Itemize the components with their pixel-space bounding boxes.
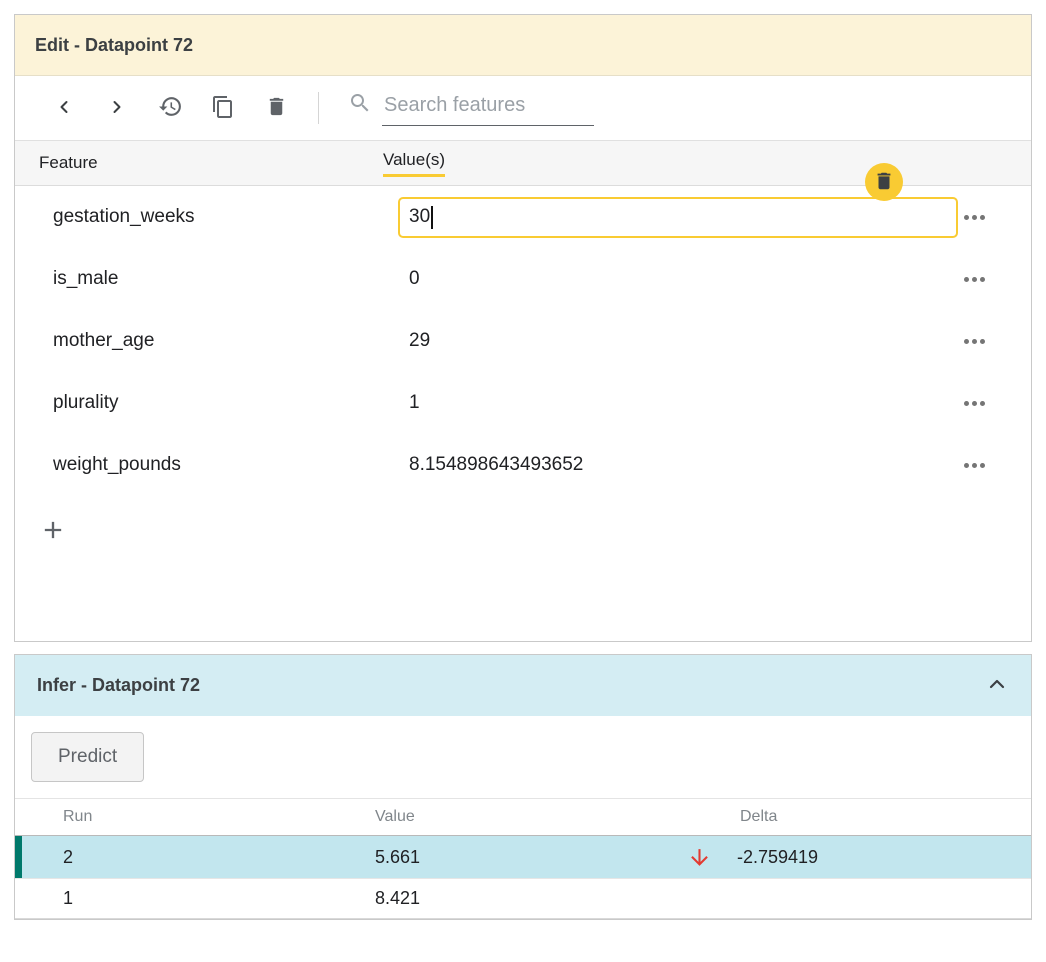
prev-datapoint-button[interactable] (51, 95, 77, 121)
copy-icon (211, 95, 235, 122)
feature-name: weight_pounds (53, 454, 398, 476)
feature-row: is_male 0 (15, 248, 1031, 310)
infer-panel: Infer - Datapoint 72 Predict Run Value D… (14, 654, 1032, 920)
chevron-left-icon (54, 97, 74, 120)
run-value: 5.661 (375, 847, 687, 868)
feature-row: plurality 1 (15, 372, 1031, 434)
add-feature-button[interactable] (37, 514, 69, 549)
feature-value-text: 30 (409, 206, 430, 228)
feature-value[interactable]: 29 (398, 330, 430, 352)
toolbar-divider (318, 92, 319, 124)
delete-value-button[interactable] (865, 163, 903, 201)
plus-icon (39, 532, 67, 547)
duplicate-datapoint-button[interactable] (210, 95, 236, 121)
edit-toolbar (15, 76, 1031, 140)
feature-value-input[interactable]: 30 (398, 197, 958, 238)
predict-button[interactable]: Predict (31, 732, 144, 782)
feature-value-cell: 29 (398, 330, 962, 352)
feature-value[interactable]: 1 (398, 392, 420, 414)
feature-value[interactable]: 8.154898643493652 (398, 454, 583, 476)
chevron-up-icon (985, 672, 1009, 699)
edit-panel-title: Edit - Datapoint 72 (35, 35, 193, 56)
more-options-button[interactable] (962, 209, 987, 226)
trash-icon (873, 170, 895, 195)
run-table-body: 2 5.661 -2.759419 1 8.421 (15, 836, 1031, 919)
predict-section: Predict (15, 716, 1031, 798)
run-number: 2 (63, 847, 375, 868)
feature-table-header: Feature Value(s) (15, 140, 1031, 186)
delta-column-header: Delta (687, 808, 777, 826)
more-options-button[interactable] (962, 457, 987, 474)
run-number: 1 (63, 888, 375, 909)
run-table-header: Run Value Delta (15, 798, 1031, 836)
more-options-button[interactable] (962, 395, 987, 412)
feature-value-cell: 1 (398, 392, 962, 414)
more-options-button[interactable] (962, 333, 987, 350)
feature-name: mother_age (53, 330, 398, 352)
feature-name: is_male (53, 268, 398, 290)
feature-name: gestation_weeks (53, 206, 398, 228)
history-icon (158, 94, 183, 122)
feature-value[interactable]: 0 (398, 268, 420, 290)
search-icon (348, 91, 372, 126)
search-features-input[interactable] (382, 92, 594, 126)
feature-row: mother_age 29 (15, 310, 1031, 372)
infer-panel-header[interactable]: Infer - Datapoint 72 (15, 655, 1031, 716)
arrow-down-icon (687, 845, 737, 870)
infer-panel-title: Infer - Datapoint 72 (37, 675, 200, 696)
feature-value-cell: 0 (398, 268, 962, 290)
values-column-header: Value(s) (383, 150, 445, 177)
feature-value-cell: 30 (398, 197, 962, 238)
trash-icon (265, 95, 288, 121)
edit-panel-header: Edit - Datapoint 72 (15, 15, 1031, 76)
feature-column-header: Feature (39, 153, 383, 173)
delete-datapoint-button[interactable] (263, 95, 289, 121)
next-datapoint-button[interactable] (104, 95, 130, 121)
run-column-header: Run (63, 808, 375, 826)
restore-datapoint-button[interactable] (157, 95, 183, 121)
feature-name: plurality (53, 392, 398, 414)
run-delta: -2.759419 (737, 847, 818, 868)
run-value: 8.421 (375, 888, 687, 909)
run-delta-cell: -2.759419 (687, 845, 818, 870)
feature-table-body: gestation_weeks 30 is_male 0 mother_age … (15, 186, 1031, 496)
chevron-right-icon (107, 97, 127, 120)
more-options-button[interactable] (962, 271, 987, 288)
run-row-selected[interactable]: 2 5.661 -2.759419 (15, 836, 1031, 878)
feature-search (348, 91, 594, 126)
text-caret (431, 206, 433, 229)
edit-datapoint-panel: Edit - Datapoint 72 (14, 14, 1032, 642)
collapse-panel-button[interactable] (985, 672, 1009, 699)
add-feature-row (15, 496, 1031, 549)
feature-row: weight_pounds 8.154898643493652 (15, 434, 1031, 496)
feature-value-cell: 8.154898643493652 (398, 454, 962, 476)
value-column-header: Value (375, 808, 687, 826)
run-row[interactable]: 1 8.421 (15, 878, 1031, 919)
